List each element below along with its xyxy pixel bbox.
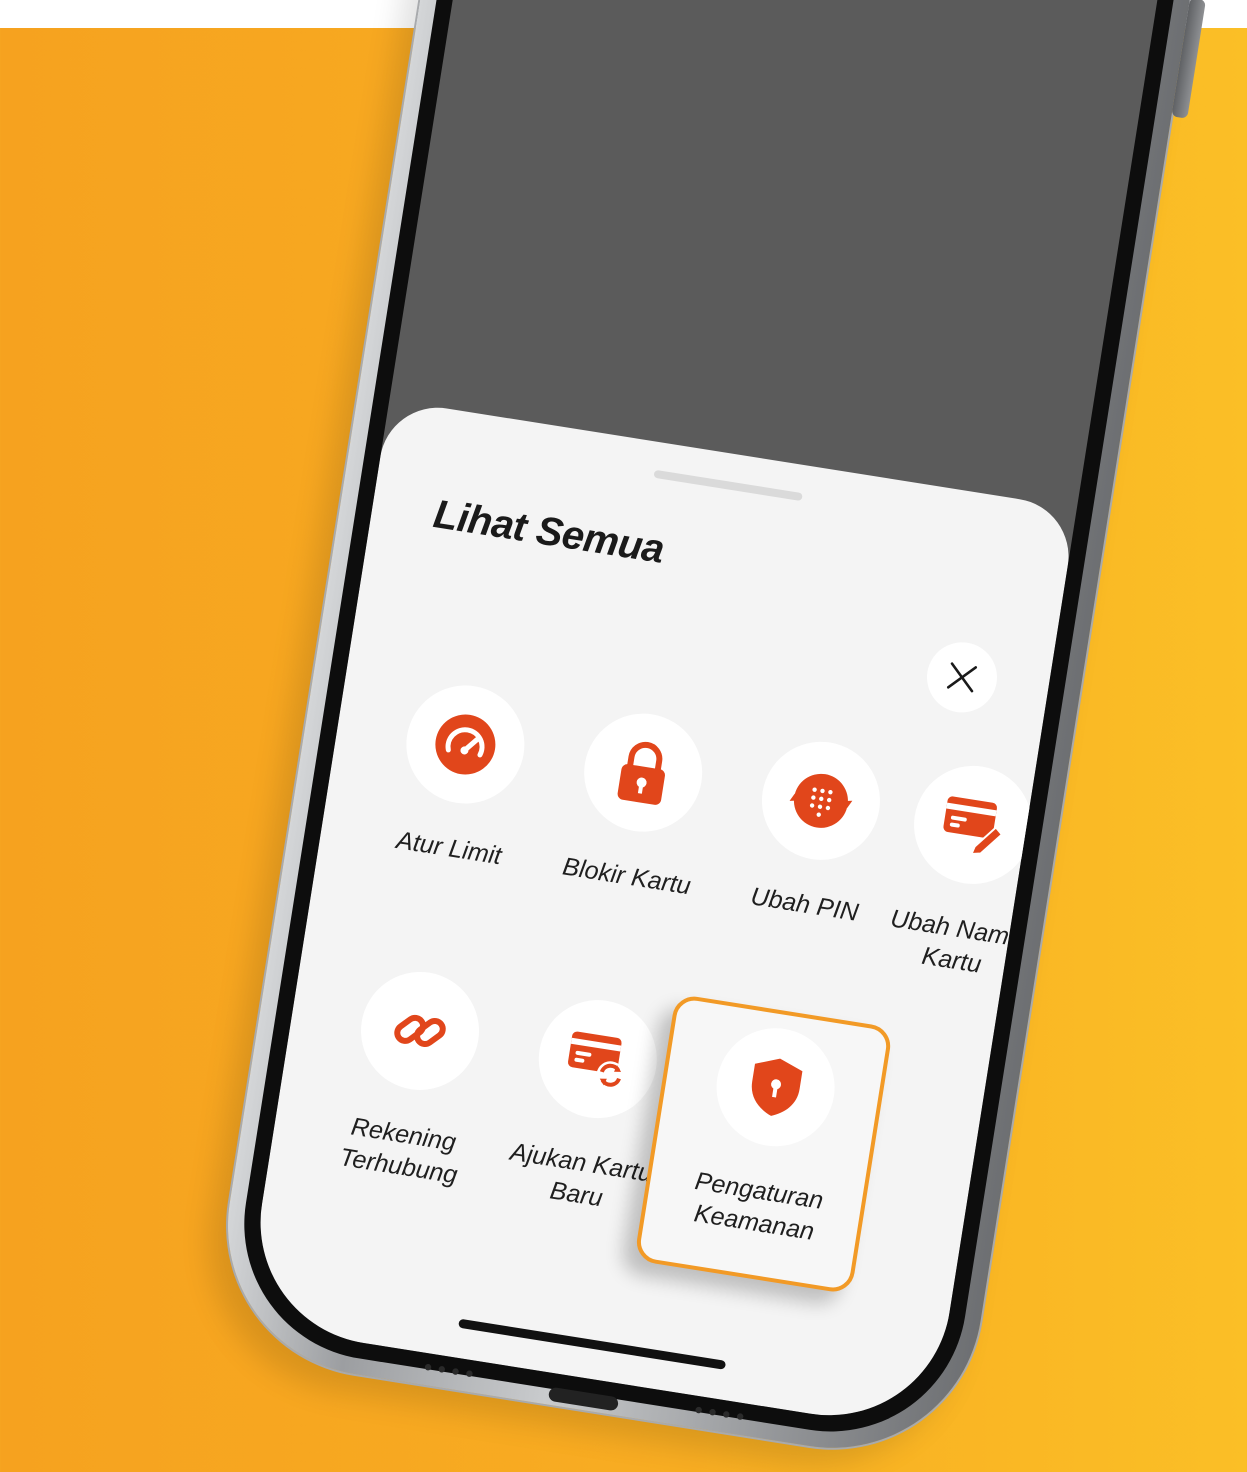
card-refresh-icon bbox=[567, 1031, 625, 1090]
sheet-title: Lihat Semua bbox=[430, 492, 668, 572]
shield-lock-icon bbox=[751, 1058, 803, 1116]
link-icon bbox=[394, 1014, 446, 1048]
menu-item-pengaturan-keamanan[interactable]: Pengaturan Keamanan bbox=[633, 993, 894, 1295]
pin-keypad-icon bbox=[789, 773, 853, 828]
card-edit-icon bbox=[943, 796, 1004, 856]
sheet-grabber[interactable] bbox=[653, 469, 803, 502]
icon-circle bbox=[753, 733, 889, 869]
icon-circle bbox=[575, 705, 711, 841]
lock-icon bbox=[617, 741, 665, 805]
phone-screen: Lihat Semua Atur Limit Blokir Kartu Ubah… bbox=[243, 0, 1177, 1433]
icon-circle bbox=[708, 1019, 844, 1155]
close-icon bbox=[946, 662, 978, 693]
icon-circle bbox=[352, 963, 488, 1099]
bottom-sheet: Lihat Semua Atur Limit Blokir Kartu Ubah… bbox=[243, 399, 1077, 1433]
menu-item-label: Rekening Terhubung bbox=[337, 1112, 460, 1190]
menu-item-label: Atur Limit bbox=[394, 826, 504, 871]
icon-circle bbox=[530, 991, 666, 1127]
speedometer-icon bbox=[435, 714, 496, 775]
close-button[interactable] bbox=[921, 637, 1003, 718]
home-indicator[interactable] bbox=[458, 1318, 727, 1370]
menu-item-label: Blokir Kartu bbox=[560, 852, 693, 901]
icon-circle bbox=[397, 677, 533, 813]
phone-mockup: Lihat Semua Atur Limit Blokir Kartu Ubah… bbox=[206, 0, 1214, 1470]
